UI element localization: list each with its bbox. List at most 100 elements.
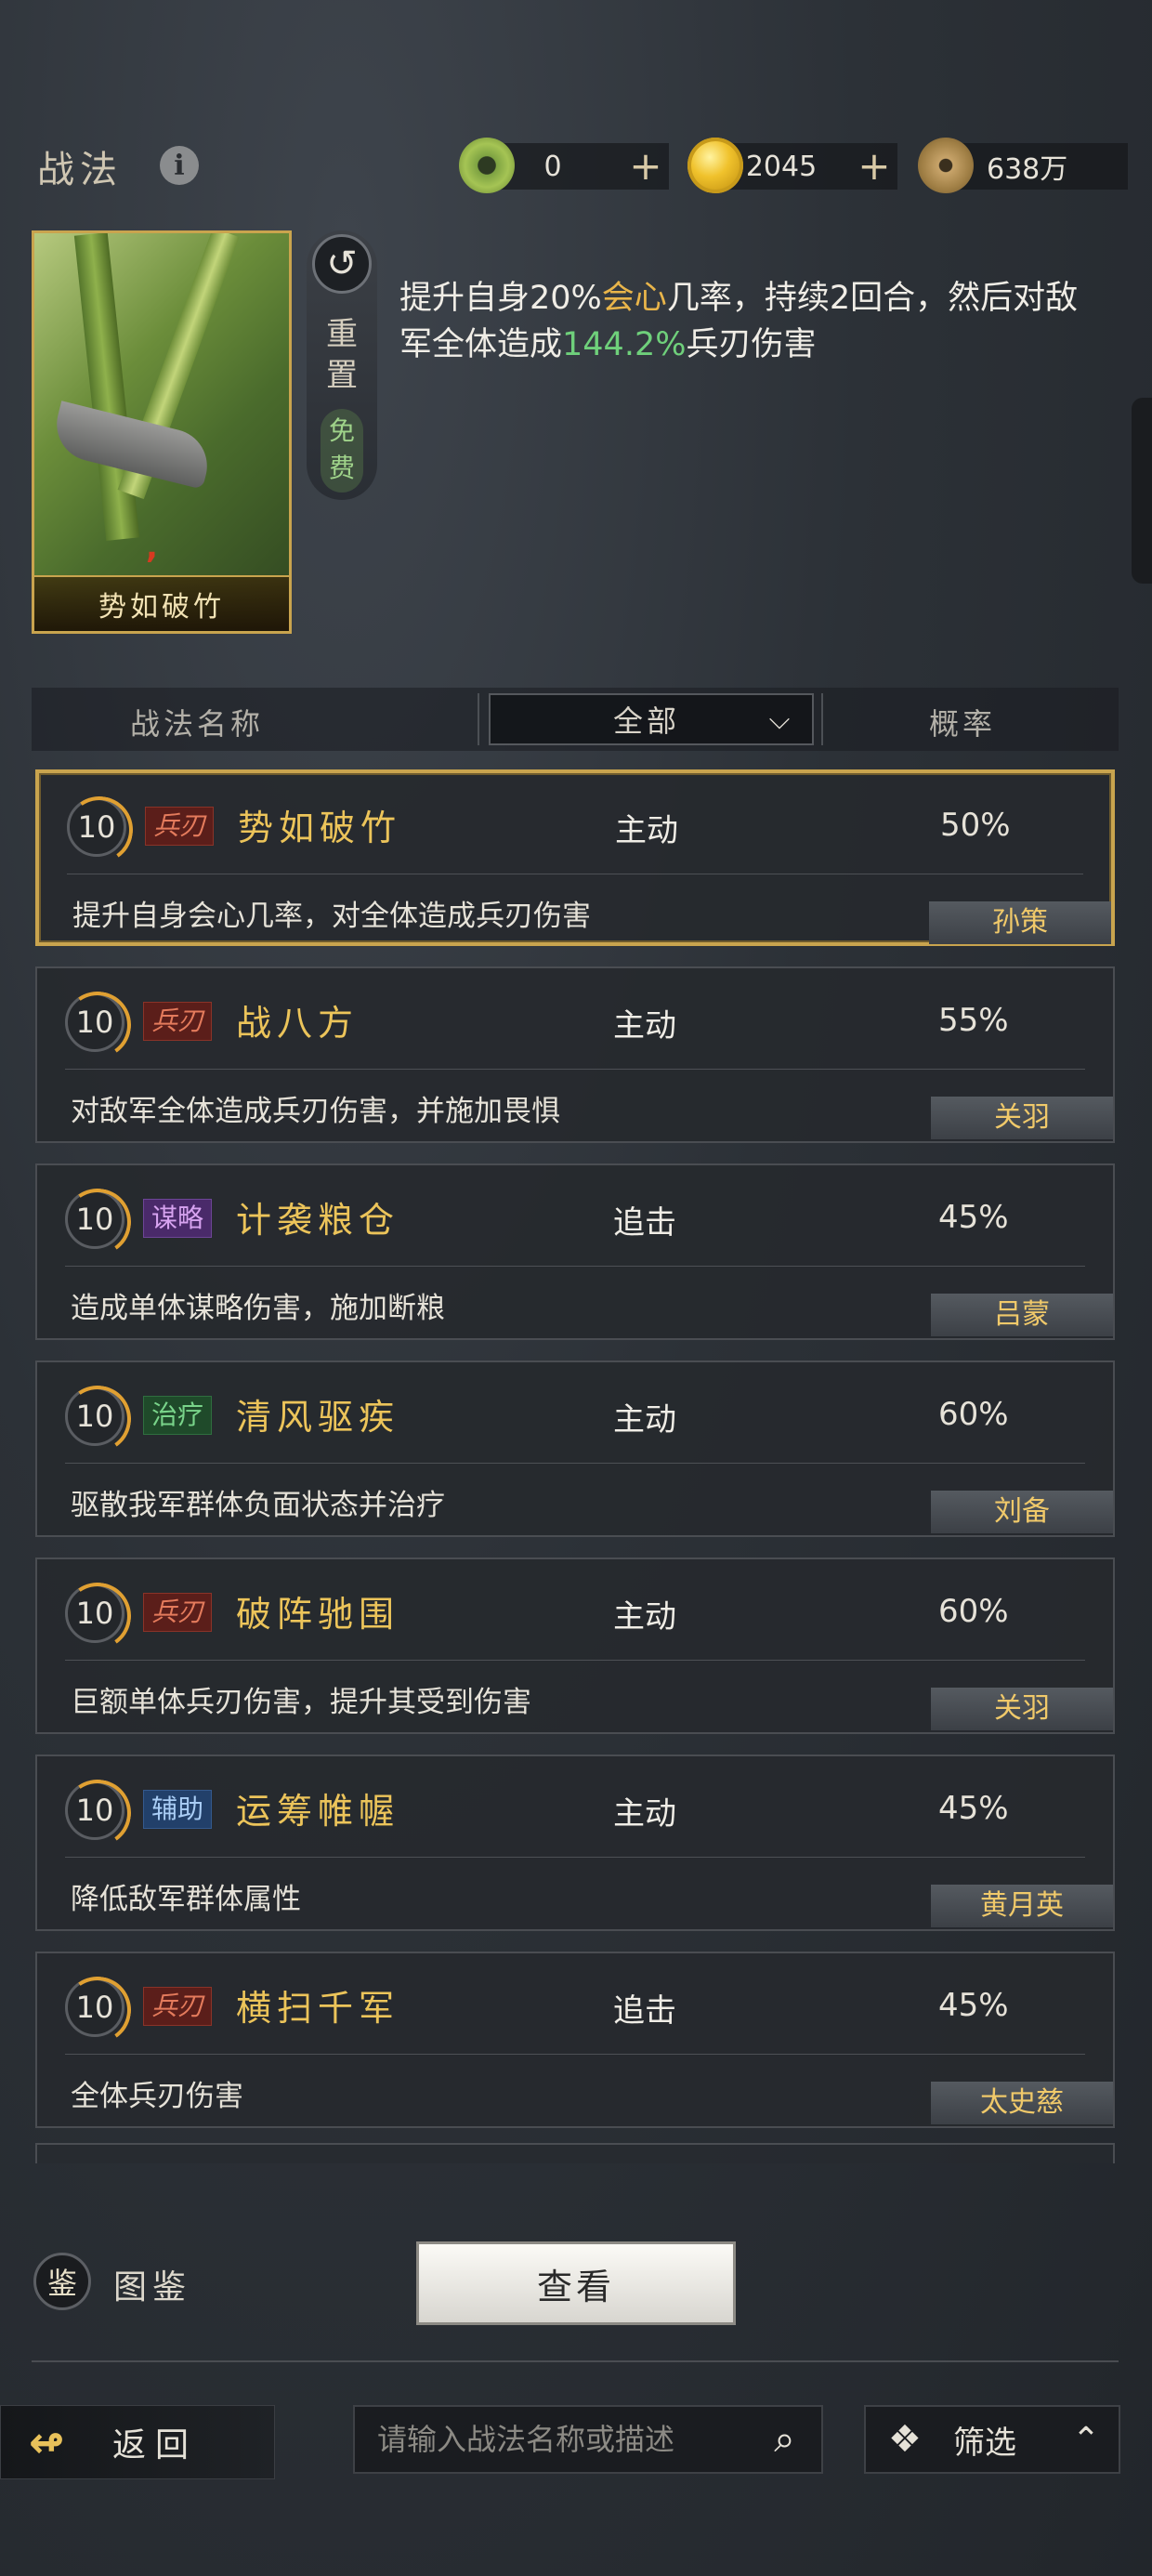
level-badge: 10 — [67, 797, 126, 857]
hero-name: 吕蒙 — [931, 1294, 1113, 1336]
chevron-up-icon: ⌃ — [1071, 2420, 1101, 2459]
view-button[interactable]: 查看 — [416, 2241, 736, 2325]
bamboo-art — [73, 233, 140, 541]
type-tag: 兵刃 — [143, 1002, 213, 1041]
back-label: 返回 — [112, 2426, 199, 2464]
row-divider — [65, 1266, 1085, 1267]
skill-type: 主动 — [613, 1401, 676, 1439]
row-divider — [65, 1660, 1085, 1661]
filter-icon: ❖ — [888, 2418, 922, 2461]
type-tag: 辅助 — [143, 1790, 213, 1829]
list-item[interactable]: 10 谋略 计袭粮仓 追击 45% 造成单体谋略伤害，施加断粮 吕蒙 — [35, 1163, 1115, 1340]
list-item[interactable]: 10 兵刃 战八方 主动 55% 对敌军全体造成兵刃伤害，并施加畏惧 关羽 — [35, 966, 1115, 1143]
skill-type: 追击 — [613, 1204, 676, 1242]
skill-description: 提升自身20%会心几率，持续2回合，然后对敌军全体造成144.2%兵刃伤害 — [399, 275, 1106, 368]
type-tag: 谋略 — [143, 1199, 213, 1238]
skill-type: 主动 — [613, 1007, 676, 1045]
row-divider — [65, 1857, 1085, 1858]
skill-probability: 45% — [938, 1790, 1009, 1827]
hero-name: 关羽 — [931, 1097, 1113, 1139]
filter-label: 筛选 — [953, 2424, 1016, 2462]
type-tag: 兵刃 — [143, 1593, 213, 1632]
category-dropdown[interactable]: 全部 ⌵ — [489, 693, 814, 745]
level-badge: 10 — [65, 992, 124, 1052]
skill-summary: 全体兵刃伤害 — [71, 2080, 243, 2113]
level-badge: 10 — [65, 1584, 124, 1643]
type-tag: 兵刃 — [145, 807, 215, 846]
free-label: 免费 — [321, 409, 363, 493]
skill-probability: 45% — [938, 1987, 1009, 2024]
desc-highlight-damage: 144.2% — [562, 326, 687, 363]
filter-button[interactable]: ❖ 筛选 ⌃ — [864, 2405, 1120, 2474]
skill-type: 主动 — [613, 1598, 676, 1636]
level-badge: 10 — [65, 1189, 124, 1249]
skill-type: 追击 — [613, 1992, 676, 2030]
skill-probability: 55% — [938, 1002, 1009, 1039]
skill-summary: 驱散我军群体负面状态并治疗 — [71, 1489, 445, 1522]
row-divider — [65, 1463, 1085, 1464]
skill-name: 战八方 — [236, 1003, 360, 1044]
reset-icon[interactable]: ↺ — [312, 234, 372, 294]
skill-name: 破阵驰围 — [236, 1594, 400, 1635]
list-item[interactable]: 10 治疗 清风驱疾 主动 60% 驱散我军群体负面状态并治疗 刘备 — [35, 1360, 1115, 1537]
skill-probability: 45% — [938, 1199, 1009, 1236]
row-divider — [65, 2054, 1085, 2055]
back-button[interactable]: ↫ 返回 — [0, 2405, 275, 2479]
list-item[interactable]: 10 兵刃 横扫千军 追击 45% 全体兵刃伤害 太史慈 — [35, 1952, 1115, 2128]
skill-summary: 造成单体谋略伤害，施加断粮 — [71, 1292, 445, 1325]
skill-name: 运筹帷幄 — [236, 1791, 400, 1832]
skill-summary: 巨额单体兵刃伤害，提升其受到伤害 — [71, 1686, 531, 1719]
card-name: 势如破竹 — [34, 575, 289, 631]
column-divider — [821, 693, 823, 745]
hero-name: 刘备 — [931, 1491, 1113, 1533]
list-item[interactable]: 10 兵刃 破阵驰围 主动 60% 巨额单体兵刃伤害，提升其受到伤害 关羽 — [35, 1557, 1115, 1734]
search-input[interactable] — [377, 2422, 748, 2457]
row-divider — [65, 1069, 1085, 1070]
skill-type: 主动 — [613, 1795, 676, 1833]
list-item[interactable]: 10 兵刃 势如破竹 主动 50% 提升自身会心几率，对全体造成兵刃伤害 孙策 — [35, 769, 1115, 946]
page-title: 战法 — [37, 149, 123, 191]
side-handle[interactable] — [1132, 398, 1152, 584]
reset-label: 重置 — [326, 316, 358, 394]
skill-summary: 对敌军全体造成兵刃伤害，并施加畏惧 — [71, 1095, 560, 1128]
skill-probability: 60% — [938, 1593, 1009, 1630]
gold-icon — [687, 138, 743, 193]
column-name-label: 战法名称 — [130, 706, 265, 742]
gallery-icon[interactable]: 鉴 — [33, 2253, 91, 2310]
gold-plus-button[interactable]: + — [851, 145, 897, 188]
list-overflow-edge — [35, 2143, 1115, 2163]
hero-name: 太史慈 — [931, 2082, 1113, 2124]
type-tag: 治疗 — [143, 1396, 213, 1435]
level-badge: 10 — [65, 1387, 124, 1446]
hero-name: 孙策 — [929, 901, 1111, 944]
skill-name: 计袭粮仓 — [236, 1200, 400, 1241]
skill-name: 清风驱疾 — [236, 1397, 400, 1438]
desc-highlight-crit: 会心 — [601, 280, 667, 317]
skill-name: 横扫千军 — [236, 1988, 400, 2029]
skill-probability: 50% — [940, 807, 1011, 844]
gallery-label[interactable]: 图鉴 — [113, 2260, 191, 2308]
hero-name: 关羽 — [931, 1688, 1113, 1730]
column-divider — [478, 693, 479, 745]
card-mark-icon: , — [146, 529, 158, 566]
skill-probability: 60% — [938, 1396, 1009, 1433]
info-icon[interactable]: i — [160, 146, 199, 185]
skill-type: 主动 — [615, 812, 678, 849]
level-badge: 10 — [65, 1781, 124, 1840]
list-item[interactable]: 10 辅助 运筹帷幄 主动 45% 降低敌军群体属性 黄月英 — [35, 1755, 1115, 1931]
desc-text: 提升自身20% — [399, 280, 602, 317]
chevron-down-icon: ⌵ — [768, 703, 791, 736]
skill-summary: 降低敌军群体属性 — [71, 1883, 301, 1916]
copper-coin-icon — [918, 138, 974, 193]
back-arrow-icon: ↫ — [29, 2417, 65, 2467]
hero-name: 黄月英 — [931, 1885, 1113, 1927]
jade-plus-button[interactable]: + — [622, 145, 669, 188]
skill-name: 势如破竹 — [238, 808, 402, 848]
search-icon[interactable]: ⌕ — [748, 2418, 821, 2461]
skill-card[interactable]: , 势如破竹 — [32, 230, 292, 634]
type-tag: 兵刃 — [143, 1987, 213, 2026]
level-badge: 10 — [65, 1978, 124, 2037]
skill-summary: 提升自身会心几率，对全体造成兵刃伤害 — [72, 900, 591, 933]
column-probability-label: 概率 — [929, 706, 997, 742]
search-box[interactable]: ⌕ — [353, 2405, 823, 2474]
